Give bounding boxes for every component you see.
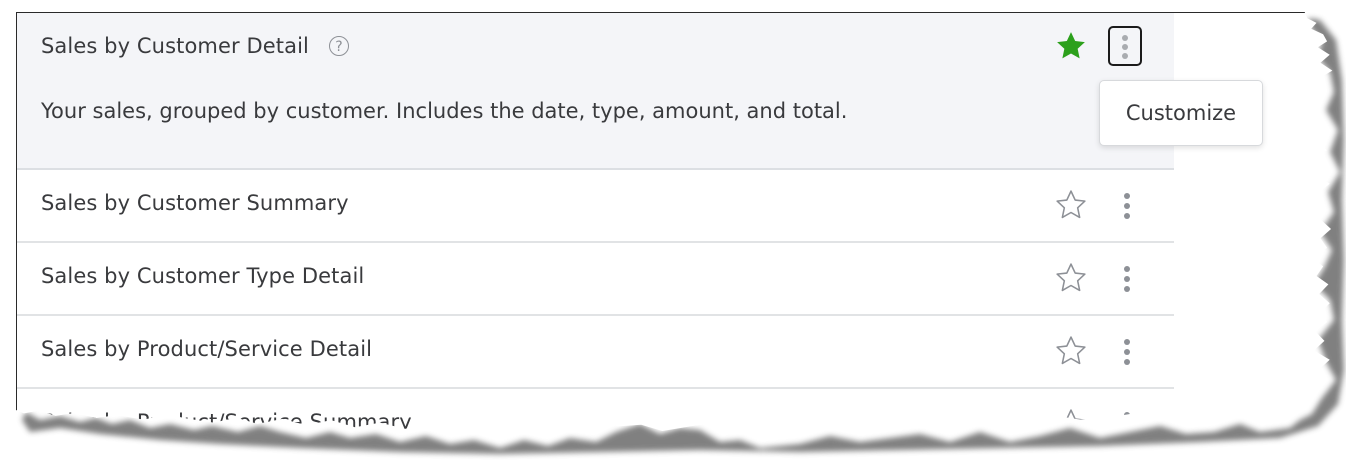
kebab-dot [1122,44,1128,50]
reports-list-card: Sales by Customer Detail ? Your sales, g… [16,12,1333,431]
kebab-menu-icon[interactable] [1110,332,1144,372]
report-title[interactable]: Sales by Customer Summary [41,191,349,215]
report-title[interactable]: Sales by Product/Service Summary [41,410,412,431]
kebab-dot [1124,412,1130,418]
star-outline-icon[interactable] [1054,407,1088,431]
kebab-menu-icon[interactable] [1110,259,1144,299]
star-outline-icon[interactable] [1054,261,1088,295]
report-title[interactable]: Sales by Customer Detail [41,34,309,58]
kebab-menu-icon[interactable] [1110,405,1144,431]
help-circle-icon[interactable]: ? [329,36,349,56]
report-row-sales-by-customer-type-detail[interactable]: Sales by Customer Type Detail [17,243,1174,316]
kebab-dot [1124,286,1130,292]
report-row-sales-by-product-service-detail[interactable]: Sales by Product/Service Detail [17,316,1174,389]
kebab-dot [1124,193,1130,199]
star-outline-icon[interactable] [1054,334,1088,368]
report-row-sales-by-customer-summary[interactable]: Sales by Customer Summary [17,170,1174,243]
report-description: Your sales, grouped by customer. Include… [41,99,848,123]
kebab-menu-icon[interactable] [1110,186,1144,226]
report-row-sales-by-product-service-summary[interactable]: Sales by Product/Service Summary [17,389,1174,431]
kebab-dot [1124,213,1130,219]
kebab-dot [1124,349,1130,355]
kebab-dot [1124,266,1130,272]
report-title[interactable]: Sales by Customer Type Detail [41,264,364,288]
kebab-menu-icon[interactable] [1108,26,1142,66]
kebab-dot [1122,35,1128,41]
kebab-dot [1124,422,1130,428]
star-filled-icon[interactable] [1054,29,1088,63]
kebab-dot [1124,339,1130,345]
star-outline-icon[interactable] [1054,188,1088,222]
report-row-sales-by-customer-detail[interactable]: Sales by Customer Detail ? Your sales, g… [17,13,1174,170]
kebab-dot [1124,359,1130,365]
kebab-dot [1124,203,1130,209]
customize-menu-item[interactable]: Customize [1099,80,1263,146]
kebab-dot [1122,53,1128,59]
report-title[interactable]: Sales by Product/Service Detail [41,337,372,361]
kebab-dot [1124,276,1130,282]
